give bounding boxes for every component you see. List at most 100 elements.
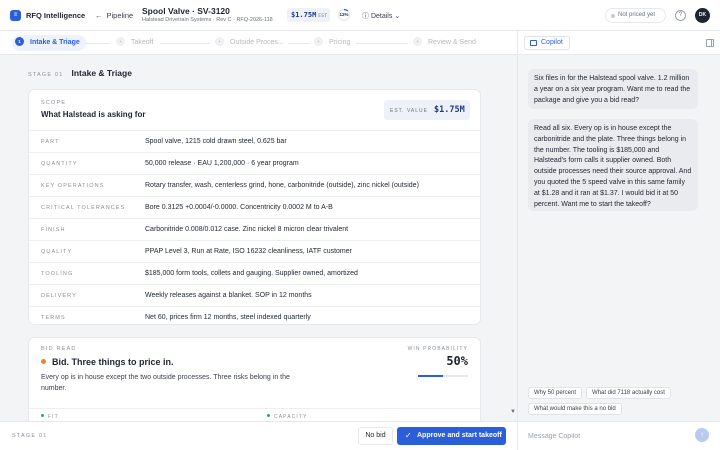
help-icon[interactable]: ? [675, 10, 686, 21]
step-takeoff[interactable]: • Takeoff [116, 35, 153, 51]
row-value: Rotary transfer, wash, centerless grind,… [145, 182, 419, 189]
no-bid-button[interactable]: No bid [358, 427, 393, 445]
scroll-down-icon[interactable]: ▼ [510, 409, 516, 415]
win-probability-bar [418, 375, 468, 377]
step-label: Intake & Triage [30, 39, 80, 46]
bid-read-card: BID READ Bid. Three things to price in. … [28, 337, 481, 422]
lock-icon: • [413, 36, 422, 46]
back-to-pipeline-link[interactable]: ← Pipeline [95, 11, 133, 20]
row-key: KEY OPERATIONS [41, 183, 105, 189]
scope-row-finish: FINISH Carbonitride 0.008/0.012 case. Zin… [29, 218, 480, 240]
chevron-down-icon: ⌄ [394, 13, 401, 20]
copilot-panel: Copilot Six files in for the Halstead sp… [517, 31, 720, 450]
back-label: Pipeline [106, 11, 134, 20]
row-key: TERMS [41, 315, 66, 321]
stage-heading: STAGE 01 Intake & Triage [28, 68, 132, 78]
details-dropdown[interactable]: ⓘ Details ⌄ [362, 11, 400, 21]
capacity-label: CAPACITY [274, 414, 308, 420]
bid-title: Bid. Three things to price in. [41, 357, 174, 367]
back-arrow-icon: ← [95, 11, 103, 20]
est-value: $1.75M [291, 11, 317, 19]
capacity-dot-icon [267, 414, 270, 418]
row-key: FINISH [41, 227, 66, 233]
copilot-tab-label: Copilot [541, 39, 563, 46]
est-label: EST [318, 14, 328, 19]
suggestion-chip[interactable]: Why 50 percent [528, 387, 583, 399]
step-review-send[interactable]: • Review & Send [413, 35, 476, 51]
row-value: PPAP Level 3, Run at Rate, ISO 16232 cle… [145, 248, 352, 255]
scope-row-terms: TERMS Net 60, prices firm 12 months, stee… [29, 306, 480, 328]
step-outside-processes[interactable]: • Outside Proces... [215, 35, 284, 51]
step-connector [288, 43, 310, 44]
step-connector [85, 43, 110, 44]
row-key: QUALITY [41, 249, 73, 255]
est-value-amount: $1.75M [433, 105, 465, 115]
scope-row-part: PART Spool valve, 1215 cold drawn steel, … [29, 130, 480, 152]
collapse-panel-icon[interactable] [706, 39, 714, 47]
stage-name: Intake & Triage [71, 68, 132, 78]
approve-label: Approve and start takeoff [417, 432, 502, 439]
lock-icon: • [215, 36, 224, 46]
scope-row-tooling: TOOLING $185,000 form tools, collets and … [29, 262, 480, 284]
scope-row-critical-tolerances: CRITICAL TOLERANCES Bore 0.3125 +0.0004/-… [29, 196, 480, 218]
stage-number: STAGE 01 [28, 72, 64, 78]
app-brand: RFQ Intelligence [26, 11, 86, 20]
check-icon: ✓ [405, 431, 412, 440]
main-content[interactable]: STAGE 01 Intake & Triage SCOPE What Halst… [0, 55, 517, 422]
row-key: TOOLING [41, 271, 74, 277]
lock-icon: • [314, 36, 323, 46]
step-connector [160, 43, 210, 44]
suggestion-chip[interactable]: What did 7118 actually cost [586, 387, 671, 399]
suggestion-chip[interactable]: What would make this a no bid [528, 403, 622, 415]
copilot-header: Copilot [518, 31, 720, 55]
approve-start-takeoff-button[interactable]: ✓ Approve and start takeoff [397, 427, 506, 445]
action-footer: STAGE 01 No bid ✓ Approve and start takeo… [0, 421, 517, 450]
step-label: Outside Proces... [230, 39, 284, 46]
scope-row-quality: QUALITY PPAP Level 3, Run at Rate, ISO 16… [29, 240, 480, 262]
scope-row-delivery: DELIVERY Weekly releases against a blanke… [29, 284, 480, 306]
capacity-section-label: CAPACITY [267, 414, 307, 420]
status-dot-icon [611, 14, 615, 18]
row-key: QUANTITY [41, 161, 78, 167]
bid-kicker: BID READ [41, 346, 77, 352]
win-probability-fill [418, 375, 443, 377]
scope-row-quantity: QUANTITY 50,000 release · EAU 1,200,000 ·… [29, 152, 480, 174]
bid-subsections: FIT CAPACITY [29, 408, 480, 420]
stage-stepper: 1 Intake & Triage • Takeoff • Outside Proce… [0, 31, 517, 55]
win-probability-label: WIN PROBABILITY [407, 346, 468, 352]
fit-dot-icon [41, 414, 44, 418]
top-header: ≡ RFQ Intelligence ← Pipeline Spool Valve… [0, 0, 720, 31]
row-key: CRITICAL TOLERANCES [41, 205, 126, 211]
copilot-tab[interactable]: Copilot [524, 36, 570, 50]
est-value-label: EST. VALUE [390, 108, 428, 114]
row-value: 50,000 release · EAU 1,200,000 · 6 year … [145, 160, 299, 167]
scope-table: PART Spool valve, 1215 cold drawn steel, … [29, 130, 480, 328]
lock-icon: • [116, 36, 125, 46]
step-pricing[interactable]: • Pricing [314, 35, 350, 51]
scope-card: SCOPE What Halstead is asking for EST. V… [28, 89, 481, 325]
step-label: Review & Send [428, 39, 476, 46]
win-ring-label: 12% [339, 12, 349, 17]
scope-heading: What Halstead is asking for [41, 110, 146, 119]
copilot-message-input[interactable] [528, 427, 688, 445]
app-logo-icon: ≡ [10, 10, 21, 21]
scope-kicker: SCOPE [41, 100, 67, 106]
avatar[interactable]: DK [695, 8, 710, 23]
fit-label: FIT [48, 414, 59, 420]
row-value: Weekly releases against a blanket. SOP i… [145, 292, 312, 299]
status-badge: Not priced yet [605, 8, 666, 23]
row-value: $185,000 form tools, collets and gauging… [145, 270, 358, 277]
row-value: Net 60, prices firm 12 months, steel ind… [145, 314, 311, 321]
est-value-box: EST. VALUE $1.75M [384, 100, 470, 120]
details-label: Details [370, 13, 393, 20]
row-key: DELIVERY [41, 293, 77, 299]
row-value: Carbonitride 0.008/0.012 case. Zinc nick… [145, 226, 349, 233]
status-label: Not priced yet [618, 12, 656, 18]
row-value: Spool valve, 1215 cold drawn steel, 0.62… [145, 138, 287, 145]
send-arrow-icon[interactable]: ↑ [695, 428, 709, 442]
step-intake-triage[interactable]: 1 Intake & Triage [12, 35, 86, 51]
win-probability: WIN PROBABILITY 50% [408, 346, 468, 368]
step-connector [356, 43, 408, 44]
fit-section-label: FIT [41, 414, 59, 420]
copilot-composer: ↑ [518, 421, 720, 450]
